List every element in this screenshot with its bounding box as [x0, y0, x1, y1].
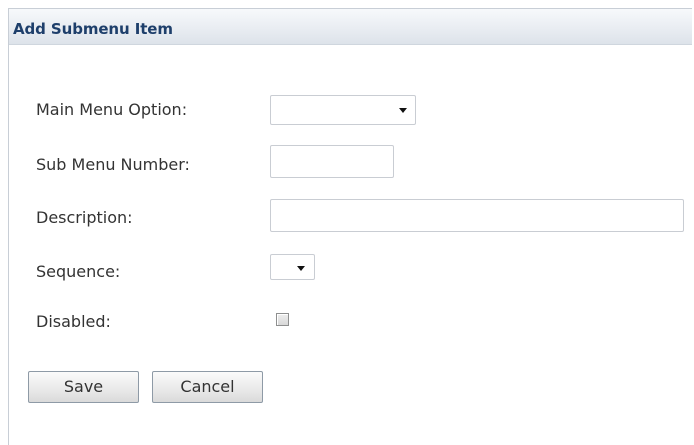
sub-menu-number-label: Sub Menu Number: — [36, 155, 190, 174]
description-label: Description: — [36, 208, 133, 227]
main-menu-option-select[interactable] — [270, 95, 416, 125]
save-button[interactable]: Save — [28, 371, 139, 403]
panel-header: Add Submenu Item — [9, 9, 692, 45]
sequence-label: Sequence: — [36, 262, 121, 281]
sequence-select[interactable] — [270, 254, 315, 280]
disabled-label: Disabled: — [36, 312, 111, 331]
chevron-down-icon — [399, 108, 407, 113]
chevron-down-icon — [297, 266, 305, 271]
sub-menu-number-field[interactable] — [270, 145, 394, 178]
description-field[interactable] — [270, 199, 684, 232]
disabled-checkbox[interactable] — [276, 313, 289, 326]
panel-title: Add Submenu Item — [13, 20, 173, 38]
main-menu-option-label: Main Menu Option: — [36, 100, 188, 119]
cancel-button[interactable]: Cancel — [152, 371, 263, 403]
